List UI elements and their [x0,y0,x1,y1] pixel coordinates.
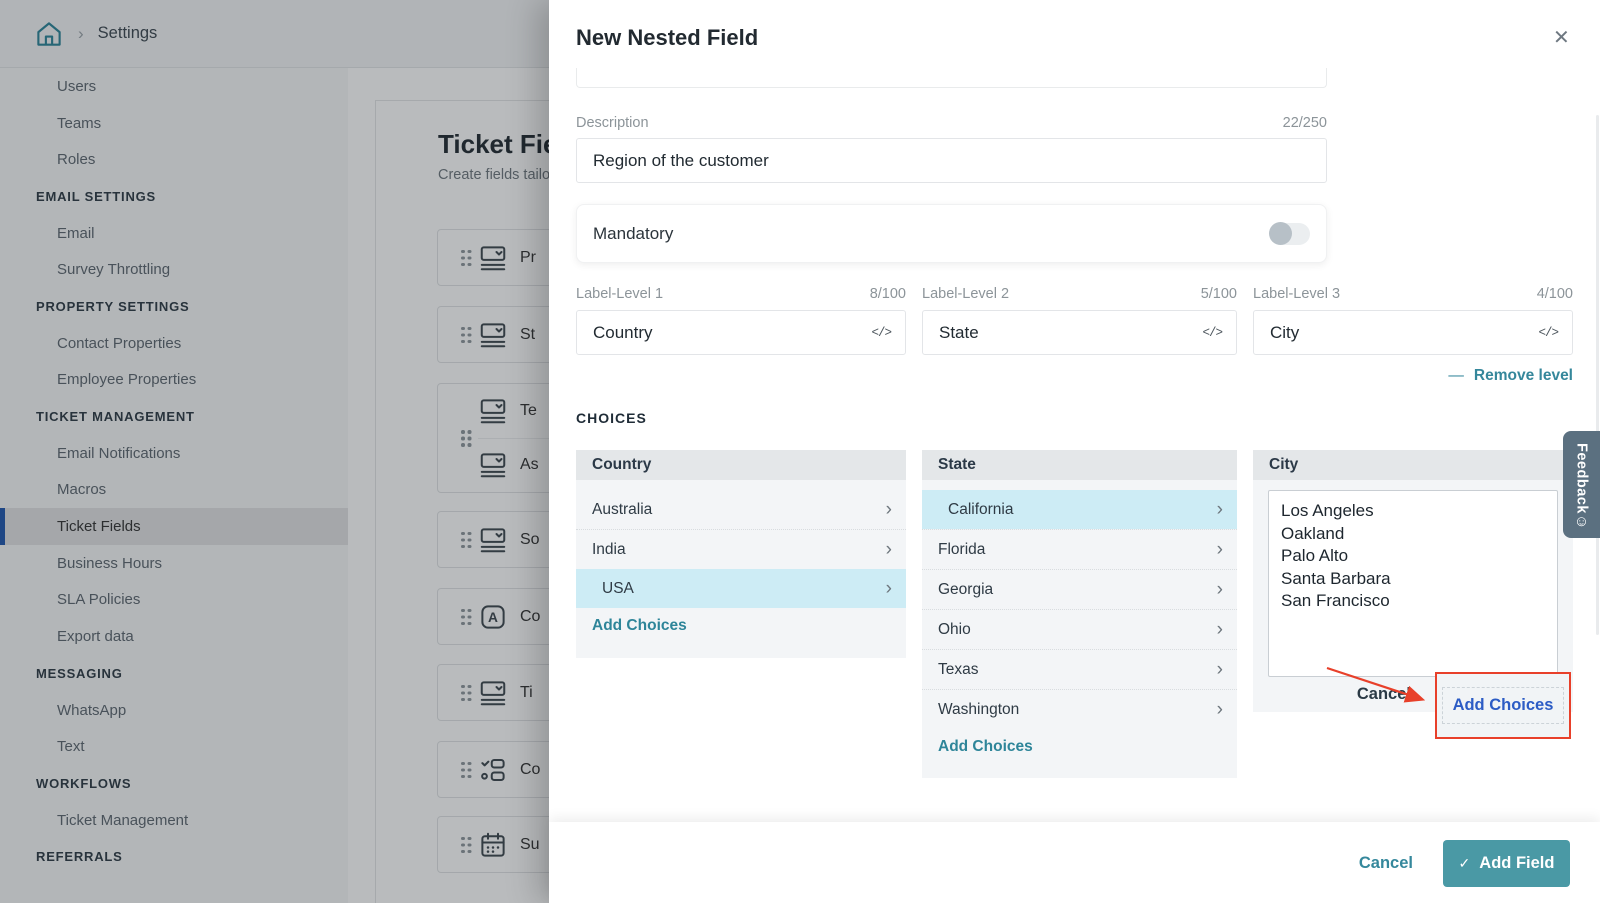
country-choice-list: Australia › India › USA › [576,480,906,608]
choice-item[interactable]: Texas › [922,649,1237,689]
choice-item[interactable]: Ohio › [922,609,1237,649]
remove-level-link[interactable]: —Remove level [1253,367,1573,385]
state-column-header: State [922,450,1237,480]
modal-cancel-button[interactable]: Cancel [1359,854,1413,873]
minus-icon: — [1448,367,1464,384]
choice-item[interactable]: Florida › [922,529,1237,569]
choice-item[interactable]: USA › [576,569,906,608]
city-column-header: City [1253,450,1573,480]
state-add-choices-link[interactable]: Add Choices [922,729,1237,765]
choices-column-country: Country Australia › India › USA [576,450,906,658]
modal-footer: Cancel ✓ Add Field [549,822,1600,903]
chevron-right-icon: › [1217,620,1223,639]
level-3-label: Label-Level 3 [1253,286,1340,302]
level-3-counter: 4/100 [1537,286,1573,302]
level-2-label: Label-Level 2 [922,286,1009,302]
modal-title: New Nested Field [576,25,758,51]
new-nested-field-modal: New Nested Field ✕ Description 22/250 Re… [549,0,1600,903]
level-2-field: Label-Level 2 5/100 State </> [922,286,1237,355]
city-choices-textarea[interactable] [1268,490,1558,677]
code-icon[interactable]: </> [1538,326,1558,340]
choice-item[interactable]: California › [922,490,1237,529]
level-2-counter: 5/100 [1201,286,1237,302]
mandatory-row: Mandatory [576,204,1327,263]
add-field-button[interactable]: ✓ Add Field [1443,840,1570,887]
level-1-input[interactable]: Country </> [576,310,906,355]
close-icon[interactable]: ✕ [1553,28,1570,48]
chevron-right-icon: › [1217,580,1223,599]
level-1-counter: 8/100 [870,286,906,302]
level-2-input[interactable]: State </> [922,310,1237,355]
code-icon[interactable]: </> [1202,326,1222,340]
annotation-highlight-box: Add Choices [1435,672,1571,739]
level-1-field: Label-Level 1 8/100 Country </> [576,286,906,355]
mandatory-label: Mandatory [593,224,673,244]
city-add-choices-button[interactable]: Add Choices [1442,687,1565,724]
city-cancel-button[interactable]: Cancel [1357,685,1411,704]
toggle-knob [1269,222,1292,245]
chevron-right-icon: › [1217,500,1223,519]
state-choice-list: California › Florida › Georgia › Oh [922,480,1237,729]
choices-section-title: CHOICES [576,410,647,426]
chevron-right-icon: › [886,540,892,559]
smiley-icon: ☺ [1574,514,1589,529]
code-icon[interactable]: </> [871,326,891,340]
screen: › Settings Users Teams Roles EMAIL SETTI… [0,0,1600,903]
label-input-partial[interactable] [576,68,1327,88]
choice-item[interactable]: Australia › [576,490,906,529]
mandatory-toggle[interactable] [1270,223,1310,245]
description-label: Description [576,115,649,131]
country-column-header: Country [576,450,906,480]
feedback-tab[interactable]: Feedback ☺ [1563,431,1600,538]
description-input[interactable]: Region of the customer [576,138,1327,183]
chevron-right-icon: › [886,500,892,519]
level-3-field: Label-Level 3 4/100 City </> [1253,286,1573,355]
description-counter: 22/250 [1283,115,1327,131]
chevron-right-icon: › [1217,540,1223,559]
country-add-choices-link[interactable]: Add Choices [576,608,906,644]
choices-column-state: State California › Florida › Georgia [922,450,1237,778]
chevron-right-icon: › [1217,660,1223,679]
modal-scrollbar[interactable] [1596,115,1599,635]
choice-item[interactable]: Georgia › [922,569,1237,609]
chevron-right-icon: › [886,579,892,598]
choice-item[interactable]: Washington › [922,689,1237,729]
level-1-label: Label-Level 1 [576,286,663,302]
check-icon: ✓ [1459,855,1471,872]
chevron-right-icon: › [1217,700,1223,719]
level-3-input[interactable]: City </> [1253,310,1573,355]
feedback-label: Feedback [1574,443,1590,514]
choice-item[interactable]: India › [576,529,906,569]
